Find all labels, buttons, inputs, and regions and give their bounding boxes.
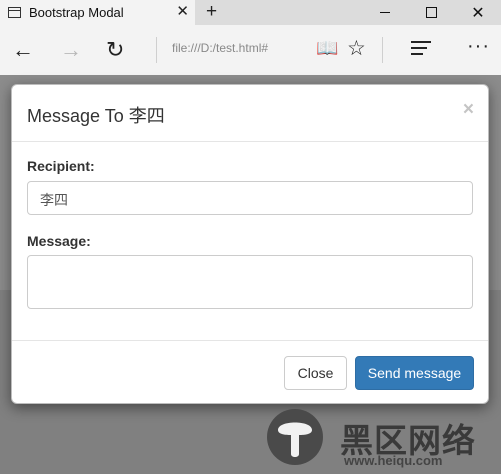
browser-tab[interactable]: Bootstrap Modal ✕ xyxy=(0,0,195,25)
window-close-button[interactable]: ✕ xyxy=(455,0,501,25)
divider xyxy=(156,37,157,63)
send-message-button[interactable]: Send message xyxy=(355,356,474,390)
modal-dialog: Message To 李四 × Recipient: 李四 Message: C… xyxy=(11,84,489,404)
tab-bar: Bootstrap Modal ✕ + ✕ xyxy=(0,0,501,25)
forward-icon[interactable]: → xyxy=(60,38,82,62)
divider xyxy=(382,37,383,63)
modal-footer: Close Send message xyxy=(12,340,488,405)
modal-title: Message To 李四 xyxy=(27,106,165,126)
new-tab-icon[interactable]: + xyxy=(206,1,217,23)
recipient-label: Recipient: xyxy=(27,158,95,174)
reading-view-icon[interactable]: 📖 xyxy=(316,38,338,59)
watermark-url: www.heiqu.com xyxy=(344,453,443,468)
refresh-icon[interactable]: ↻ xyxy=(106,38,124,62)
favorite-star-icon[interactable]: ☆ xyxy=(347,36,366,61)
hub-icon[interactable] xyxy=(411,41,431,59)
recipient-input[interactable]: 李四 xyxy=(27,181,473,215)
back-icon[interactable]: ← xyxy=(12,38,34,62)
modal-header: Message To 李四 × xyxy=(12,85,488,142)
more-icon[interactable]: ··· xyxy=(467,35,490,58)
minimize-button[interactable] xyxy=(362,0,408,25)
close-button[interactable]: Close xyxy=(284,356,347,390)
tab-title: Bootstrap Modal xyxy=(29,5,124,20)
modal-close-icon[interactable]: × xyxy=(463,99,474,121)
watermark: 黑区网络 www.heiqu.com xyxy=(266,408,501,474)
maximize-button[interactable] xyxy=(408,0,454,25)
tab-close-icon[interactable]: ✕ xyxy=(176,3,189,21)
minimize-icon xyxy=(380,12,390,13)
navigation-bar: ← → ↻ file:///D:/test.html# 📖 ☆ ··· xyxy=(0,25,501,75)
watermark-logo-icon xyxy=(267,409,323,465)
page-icon xyxy=(8,7,21,18)
message-textarea[interactable] xyxy=(27,255,473,309)
message-label: Message: xyxy=(27,233,91,249)
address-bar[interactable]: file:///D:/test.html# xyxy=(172,41,268,55)
maximize-icon xyxy=(425,7,437,18)
